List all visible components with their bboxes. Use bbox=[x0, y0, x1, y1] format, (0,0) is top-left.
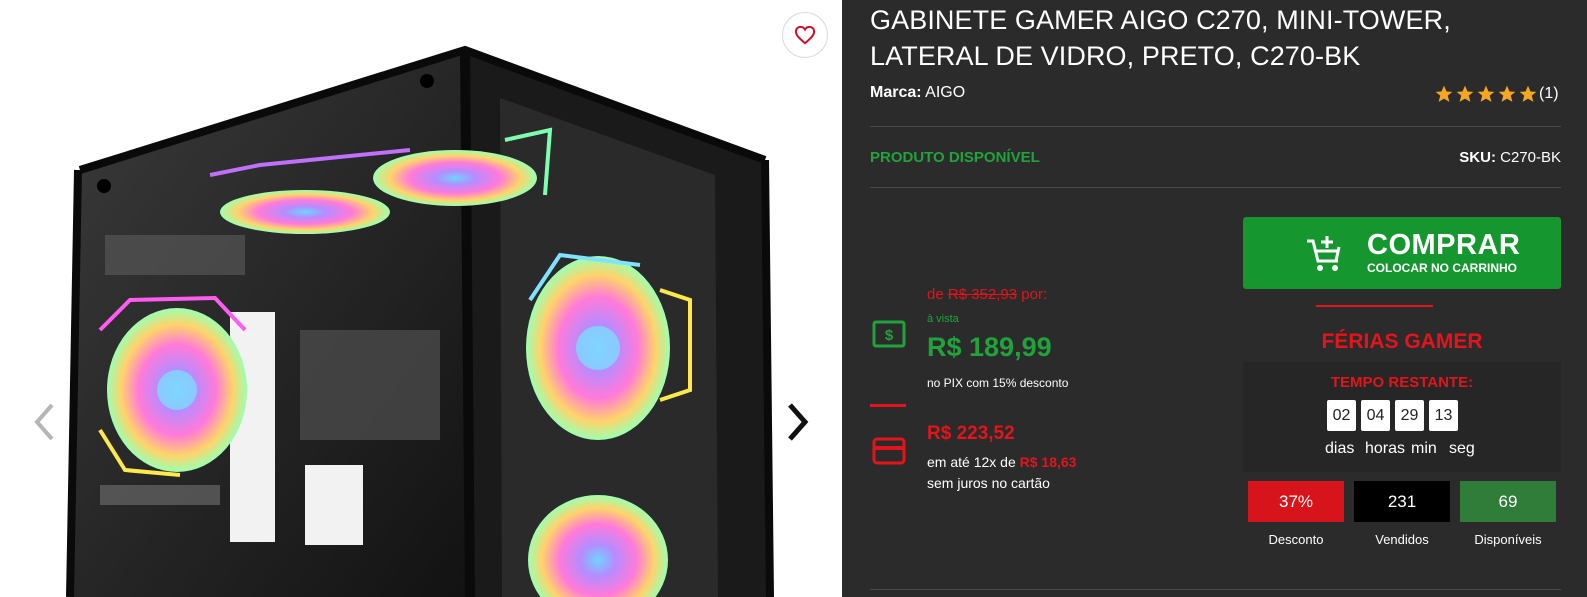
timer-hours: 04 bbox=[1361, 400, 1390, 431]
sku-label: SKU: bbox=[1459, 149, 1496, 166]
chevron-left-icon bbox=[34, 403, 54, 441]
brand-row: Marca: AIGO bbox=[870, 84, 965, 102]
unit-seconds: seg bbox=[1449, 440, 1475, 457]
star-icon bbox=[1519, 85, 1537, 102]
product-info-panel: GABINETE GAMER AIGO C270, MINI-TOWER, LA… bbox=[842, 0, 1587, 597]
unit-days: dias bbox=[1325, 440, 1355, 457]
product-image bbox=[66, 45, 774, 597]
availability-status: PRODUTO DISPONÍVEL bbox=[870, 149, 1040, 166]
product-gallery bbox=[0, 0, 842, 597]
old-price-suffix: por: bbox=[1021, 286, 1048, 303]
rating[interactable]: (1) bbox=[1434, 84, 1559, 104]
stat-discount-value: 37% bbox=[1248, 481, 1344, 522]
favorite-button[interactable] bbox=[782, 12, 828, 58]
star-icon bbox=[1477, 85, 1495, 102]
promo-stats: 37% Desconto 231 Vendidos 69 Disponíveis bbox=[1248, 481, 1556, 547]
timer-minutes: 29 bbox=[1395, 400, 1424, 431]
timer-title: TEMPO RESTANTE: bbox=[1330, 374, 1474, 391]
installments-prefix: em até 12x de bbox=[927, 454, 1016, 470]
old-price-value: R$ 352,93 bbox=[947, 286, 1018, 303]
buy-button[interactable]: COMPRAR COLOCAR NO CARRINHO bbox=[1243, 217, 1561, 289]
installment-value: R$ 18,63 bbox=[1019, 454, 1077, 470]
stat-available-label: Disponíveis bbox=[1474, 532, 1542, 547]
timer-days: 02 bbox=[1327, 400, 1356, 431]
product-title: GABINETE GAMER AIGO C270, MINI-TOWER, LA… bbox=[870, 5, 1451, 71]
stat-available-value: 69 bbox=[1460, 481, 1556, 522]
rating-count: (1) bbox=[1539, 85, 1559, 102]
buy-label: COMPRAR bbox=[1367, 229, 1521, 261]
timer-digits: 02 04 29 13 bbox=[1327, 400, 1458, 431]
star-icon bbox=[1435, 85, 1453, 102]
cart-add-icon bbox=[1307, 236, 1341, 271]
sku: SKU: C270-BK bbox=[1459, 149, 1561, 166]
divider bbox=[870, 589, 1561, 590]
old-price-prefix: de bbox=[927, 286, 944, 303]
unit-minutes: min bbox=[1411, 440, 1437, 457]
stat-discount: 37% Desconto bbox=[1248, 481, 1344, 547]
gallery-next-button[interactable] bbox=[778, 398, 818, 446]
unit-hours: horas bbox=[1365, 440, 1406, 457]
timer-seconds: 13 bbox=[1429, 400, 1458, 431]
star-icon bbox=[1456, 85, 1474, 102]
divider bbox=[870, 126, 1561, 127]
brand-label: Marca: bbox=[870, 84, 922, 101]
timer-units: dias horas min seg bbox=[1325, 440, 1483, 458]
stat-sold-value: 231 bbox=[1354, 481, 1450, 522]
separator bbox=[870, 404, 906, 407]
money-icon: $ bbox=[872, 320, 906, 348]
chevron-right-icon bbox=[788, 403, 809, 441]
cash-label: à vista bbox=[927, 313, 959, 325]
heart-icon bbox=[794, 25, 816, 45]
gallery-prev-button[interactable] bbox=[24, 398, 64, 446]
stat-sold-label: Vendidos bbox=[1375, 532, 1429, 547]
pix-note: no PIX com 15% desconto bbox=[927, 376, 1069, 390]
stat-discount-label: Desconto bbox=[1268, 532, 1324, 547]
promo-separator bbox=[1316, 305, 1433, 307]
buy-sublabel: COLOCAR NO CARRINHO bbox=[1367, 261, 1517, 275]
credit-card-icon bbox=[872, 437, 906, 465]
promo-title: FÉRIAS GAMER bbox=[1321, 330, 1483, 353]
installments-note: sem juros no cartão bbox=[927, 475, 1050, 491]
divider bbox=[870, 187, 1561, 188]
svg-text:$: $ bbox=[885, 327, 894, 344]
installments: em até 12x de R$ 18,63 bbox=[927, 454, 1076, 470]
stat-sold: 231 Vendidos bbox=[1354, 481, 1450, 547]
old-price: de R$ 352,93 por: bbox=[927, 286, 1047, 303]
star-icon bbox=[1498, 85, 1516, 102]
brand-name[interactable]: AIGO bbox=[925, 84, 965, 101]
pix-price: R$ 189,99 bbox=[927, 332, 1052, 362]
countdown-timer: TEMPO RESTANTE: 02 04 29 13 dias horas m… bbox=[1243, 362, 1561, 472]
sku-value: C270-BK bbox=[1500, 149, 1561, 166]
card-price: R$ 223,52 bbox=[927, 423, 1015, 444]
stat-available: 69 Disponíveis bbox=[1460, 481, 1556, 547]
